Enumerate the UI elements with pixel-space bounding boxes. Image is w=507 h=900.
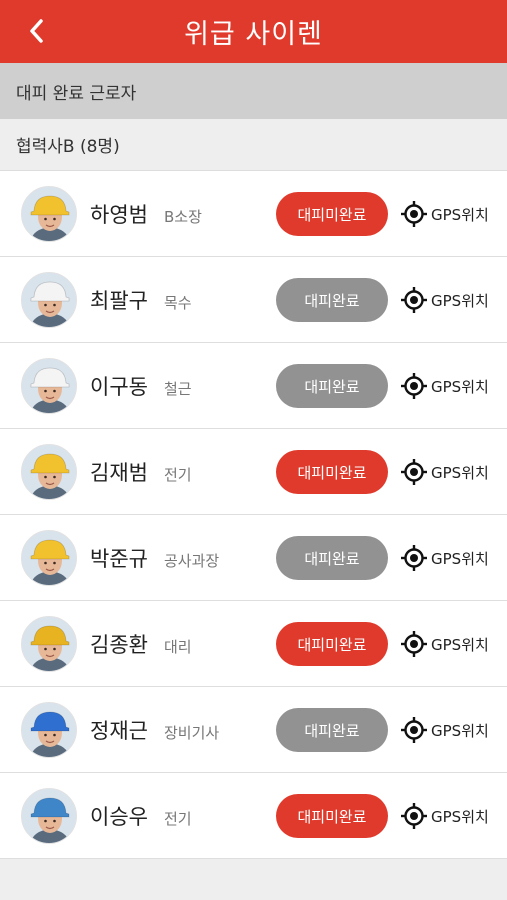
gps-location-button[interactable]: GPS위치 <box>400 544 489 572</box>
worker-role: 목수 <box>164 294 192 312</box>
worker-name: 이승우 <box>90 805 148 829</box>
list-item[interactable]: 김종환 대리 대피미완료 GPS위치 <box>0 601 507 687</box>
page-title: 위급 사이렌 <box>184 19 323 50</box>
gps-label: GPS위치 <box>431 205 489 224</box>
chevron-left-icon <box>30 19 43 43</box>
worker-name: 김종환 <box>90 633 148 657</box>
gps-location-button[interactable]: GPS위치 <box>400 716 489 744</box>
evacuation-status-button[interactable]: 대피미완료 <box>276 450 388 494</box>
worker-role: 장비기사 <box>164 724 220 742</box>
worker-name: 정재근 <box>90 719 148 743</box>
worker-role: B소장 <box>164 208 202 226</box>
evacuation-status-button[interactable]: 대피완료 <box>276 536 388 580</box>
avatar <box>21 530 77 586</box>
evacuation-status-button[interactable]: 대피미완료 <box>276 794 388 838</box>
gps-location-button[interactable]: GPS위치 <box>400 630 489 658</box>
crosshair-icon <box>401 373 427 399</box>
evacuation-status-button[interactable]: 대피미완료 <box>276 622 388 666</box>
crosshair-icon <box>401 717 427 743</box>
crosshair-icon <box>401 803 427 829</box>
crosshair-icon <box>401 287 427 313</box>
worker-role: 전기 <box>164 810 192 828</box>
crosshair-icon <box>401 459 427 485</box>
app-header: 위급 사이렌 <box>0 0 507 63</box>
group-header: 협력사B (8명) <box>0 119 507 171</box>
back-button[interactable] <box>20 14 54 48</box>
gps-location-button[interactable]: GPS위치 <box>400 286 489 314</box>
list-item[interactable]: 김재범 전기 대피미완료 GPS위치 <box>0 429 507 515</box>
gps-label: GPS위치 <box>431 291 489 310</box>
worker-name: 하영범 <box>90 203 148 227</box>
worker-role: 전기 <box>164 466 192 484</box>
worker-name: 김재범 <box>90 461 148 485</box>
evacuation-status-button[interactable]: 대피완료 <box>276 278 388 322</box>
avatar <box>21 702 77 758</box>
crosshair-icon <box>401 545 427 571</box>
list-item[interactable]: 정재근 장비기사 대피완료 GPS위치 <box>0 687 507 773</box>
avatar <box>21 444 77 500</box>
gps-label: GPS위치 <box>431 807 489 826</box>
worker-name: 최팔구 <box>90 289 148 313</box>
worker-name: 박준규 <box>90 547 148 571</box>
gps-location-button[interactable]: GPS위치 <box>400 372 489 400</box>
avatar <box>21 272 77 328</box>
gps-location-button[interactable]: GPS위치 <box>400 802 489 830</box>
avatar <box>21 186 77 242</box>
evacuation-status-button[interactable]: 대피완료 <box>276 364 388 408</box>
worker-role: 철근 <box>164 380 192 398</box>
worker-list: 하영범 B소장 대피미완료 GPS위치 최팔구 목수 대피완료 GPS위치 이구동 철근 대피완료 G… <box>0 171 507 859</box>
gps-location-button[interactable]: GPS위치 <box>400 458 489 486</box>
worker-name: 이구동 <box>90 375 148 399</box>
list-item[interactable]: 이승우 전기 대피미완료 GPS위치 <box>0 773 507 859</box>
gps-label: GPS위치 <box>431 377 489 396</box>
list-item[interactable]: 하영범 B소장 대피미완료 GPS위치 <box>0 171 507 257</box>
avatar <box>21 788 77 844</box>
evacuation-status-button[interactable]: 대피미완료 <box>276 192 388 236</box>
section-header: 대피 완료 근로자 <box>0 63 507 119</box>
worker-role: 대리 <box>164 638 192 656</box>
avatar <box>21 358 77 414</box>
gps-location-button[interactable]: GPS위치 <box>400 200 489 228</box>
list-item[interactable]: 이구동 철근 대피완료 GPS위치 <box>0 343 507 429</box>
avatar <box>21 616 77 672</box>
evacuation-status-button[interactable]: 대피완료 <box>276 708 388 752</box>
list-item[interactable]: 박준규 공사과장 대피완료 GPS위치 <box>0 515 507 601</box>
gps-label: GPS위치 <box>431 721 489 740</box>
gps-label: GPS위치 <box>431 463 489 482</box>
gps-label: GPS위치 <box>431 549 489 568</box>
gps-label: GPS위치 <box>431 635 489 654</box>
list-item[interactable]: 최팔구 목수 대피완료 GPS위치 <box>0 257 507 343</box>
worker-role: 공사과장 <box>164 552 220 570</box>
crosshair-icon <box>401 631 427 657</box>
crosshair-icon <box>401 201 427 227</box>
